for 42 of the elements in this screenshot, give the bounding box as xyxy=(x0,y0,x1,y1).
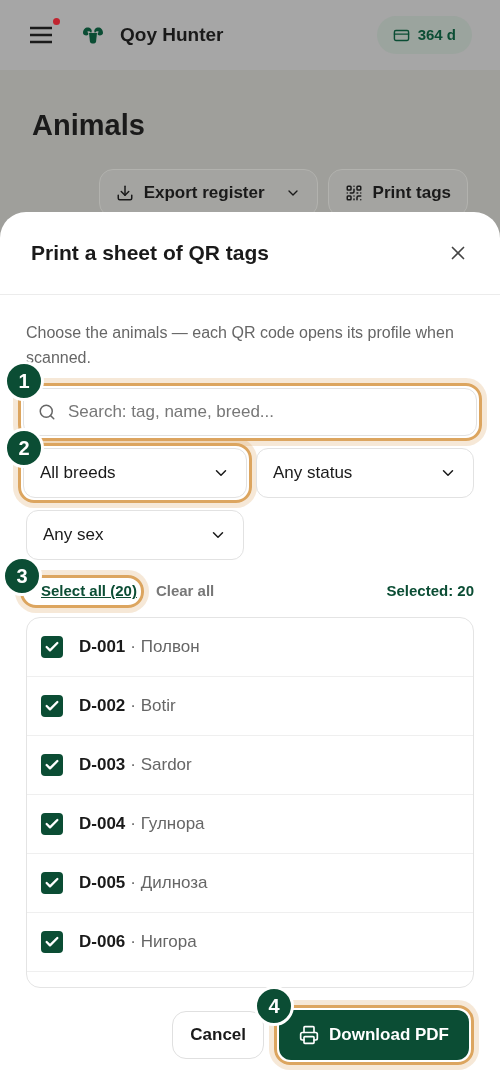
app-name: Qoy Hunter xyxy=(120,22,224,47)
animal-row[interactable]: D-006 · Нигора xyxy=(27,912,473,972)
download-pdf-button[interactable]: Download PDF xyxy=(279,1009,469,1060)
animal-tag: D-002 xyxy=(79,692,126,719)
animal-tag: D-005 xyxy=(79,869,126,896)
animal-name: · Дилноза xyxy=(130,871,208,894)
animal-name: · Полвон xyxy=(130,635,200,658)
filter-select[interactable]: Any status xyxy=(256,448,474,498)
qr-code-icon xyxy=(344,183,363,202)
animal-tag: D-006 xyxy=(79,928,126,955)
animal-tag: D-001 xyxy=(79,633,126,660)
animal-row[interactable]: D-003 · Sardor xyxy=(27,735,473,795)
checkbox[interactable] xyxy=(41,871,63,894)
printer-icon xyxy=(299,1024,320,1045)
checkbox[interactable] xyxy=(41,930,63,953)
animal-tag: D-004 xyxy=(79,810,126,837)
subscription-badge[interactable]: 364 d xyxy=(376,15,472,55)
animal-row[interactable]: D-004 · Гулнора xyxy=(27,794,473,854)
search-field[interactable]: Search: tag, name, breed... xyxy=(23,388,477,436)
clear-all-link[interactable]: Clear all xyxy=(155,580,215,603)
animal-row[interactable]: D-001 · Полвон xyxy=(27,617,473,677)
callout-number: 3 xyxy=(2,556,42,596)
animal-name: · Гулнора xyxy=(130,812,205,835)
checkbox[interactable] xyxy=(41,753,63,776)
animal-name: · Sardor xyxy=(130,753,192,776)
download-icon xyxy=(115,183,134,202)
checkbox[interactable] xyxy=(41,635,63,658)
filter-select[interactable]: Any sex xyxy=(26,510,244,560)
checkbox[interactable] xyxy=(41,812,63,835)
selected-count: Selected: 20 xyxy=(386,581,474,601)
callout-number: 4 xyxy=(254,985,295,1026)
checkbox[interactable] xyxy=(41,694,63,717)
callout-number: 2 xyxy=(4,428,44,468)
page-title: Animals xyxy=(32,108,146,143)
search-icon xyxy=(38,403,56,421)
animal-row[interactable]: D-002 · Botir xyxy=(27,676,473,736)
animal-tag: D-003 xyxy=(79,751,126,778)
animal-name: · Нигора xyxy=(130,930,197,953)
animal-row[interactable]: D-005 · Дилноза xyxy=(27,853,473,913)
menu-icon[interactable] xyxy=(28,24,54,46)
animal-name: · Botir xyxy=(130,694,176,717)
dialog-title: Print a sheet of QR tags xyxy=(31,240,270,267)
